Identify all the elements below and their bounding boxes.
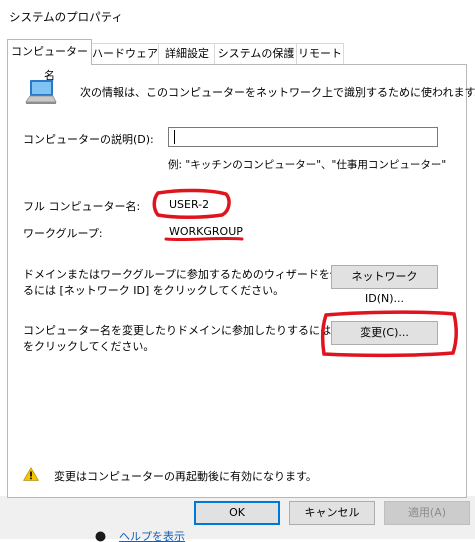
cancel-button[interactable]: キャンセル: [289, 501, 375, 525]
network-id-button[interactable]: ネットワーク ID(N)...: [331, 265, 438, 305]
intro-text: 次の情報は、このコンピューターをネットワーク上で識別するために使われます。: [80, 86, 475, 99]
description-example: 例: "キッチンのコンピューター"、"仕事用コンピューター": [168, 159, 447, 171]
workgroup-value: WORKGROUP: [169, 225, 243, 238]
background-window-fragment: ヘルプを表示: [95, 530, 215, 542]
apply-button[interactable]: 適用(A): [384, 501, 470, 525]
tab-system-protection[interactable]: システムの保護: [214, 43, 298, 64]
warning-text: 変更はコンピューターの再起動後に有効になります。: [54, 470, 317, 483]
window-title: システムのプロパティ: [9, 10, 123, 24]
full-name-label: フル コンピューター名:: [23, 200, 141, 213]
ok-button[interactable]: OK: [194, 501, 280, 525]
warning-icon: [23, 467, 39, 481]
network-id-text-line2: るには [ネットワーク ID] をクリックしてください。: [23, 284, 285, 297]
change-button[interactable]: 変更(C)...: [331, 321, 438, 345]
change-text-line1: コンピューター名を変更したりドメインに参加したりするには [変更]: [23, 324, 366, 337]
text-caret: [174, 130, 175, 144]
full-name-value: USER-2: [169, 198, 210, 211]
workgroup-label: ワークグループ:: [23, 227, 103, 240]
help-link[interactable]: ヘルプを表示: [119, 530, 185, 542]
description-label: コンピューターの説明(D):: [23, 133, 154, 146]
help-icon: [95, 531, 106, 542]
tab-strip: コンピューター名 ハードウェア 詳細設定 システムの保護 リモート: [0, 39, 475, 82]
title-bar[interactable]: システムのプロパティ: [0, 0, 475, 32]
tab-hardware[interactable]: ハードウェア: [90, 43, 160, 64]
computer-icon: [25, 80, 57, 104]
tab-remote[interactable]: リモート: [296, 43, 344, 64]
network-id-text-line1: ドメインまたはワークグループに参加するためのウィザードを使用す: [23, 268, 363, 281]
tab-advanced[interactable]: 詳細設定: [158, 43, 216, 64]
tab-computer-name[interactable]: コンピューター名: [7, 39, 92, 82]
change-text-line2: をクリックしてください。: [23, 340, 155, 353]
description-input[interactable]: [168, 127, 438, 147]
